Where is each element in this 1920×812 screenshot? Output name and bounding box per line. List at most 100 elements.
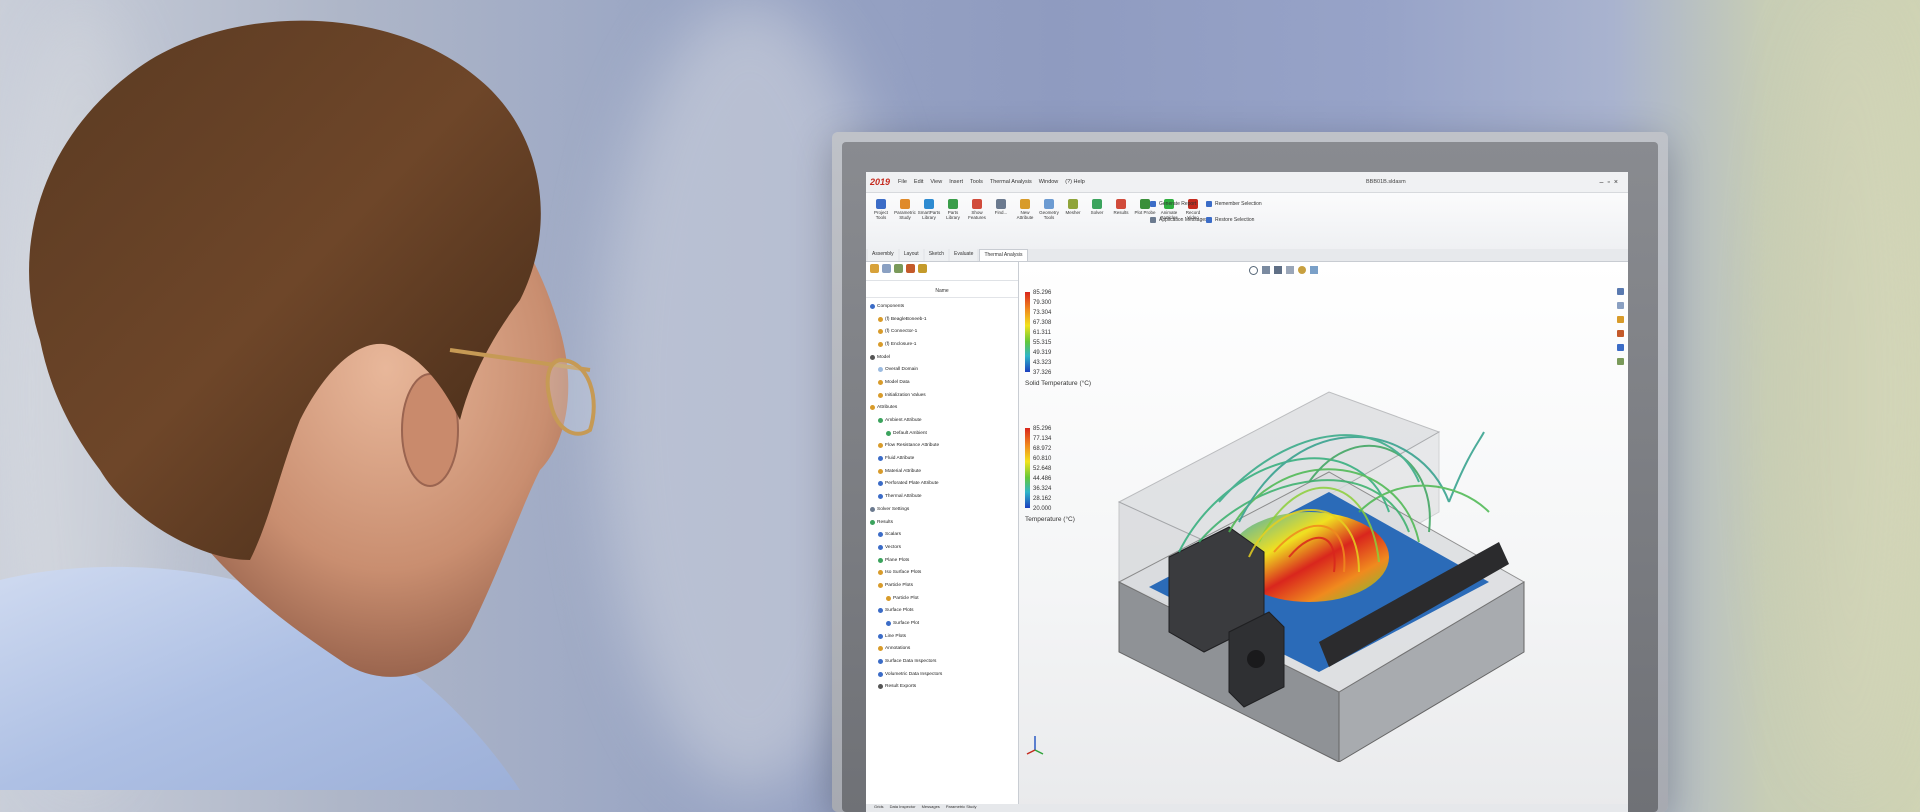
tree-item[interactable]: Flow Resistance Attribute xyxy=(870,440,1018,453)
tree-item[interactable]: Results xyxy=(870,516,1018,529)
config-icon[interactable] xyxy=(894,264,903,273)
tree-item[interactable]: Material Attribute xyxy=(870,465,1018,478)
tree-item[interactable]: Particle Plot xyxy=(870,592,1018,605)
tree-item[interactable]: Particle Plots xyxy=(870,579,1018,592)
bottom-tab[interactable]: Grids xyxy=(874,804,884,812)
bottom-tab[interactable]: Messages xyxy=(922,804,940,812)
menu-item[interactable]: Insert xyxy=(949,179,963,185)
tree-item-icon xyxy=(878,468,883,474)
tree-item[interactable]: Overall Domain xyxy=(870,363,1018,376)
ribbon-button[interactable]: Project Tools xyxy=(870,199,892,221)
tree-item[interactable]: Plane Plots xyxy=(870,554,1018,567)
tab-layout[interactable]: Layout xyxy=(899,249,923,261)
ribbon-button[interactable]: SmartParts Library xyxy=(918,199,940,221)
bottom-tab[interactable]: Data Inspector xyxy=(890,804,916,812)
tree-item-label: Particle Plots xyxy=(885,582,913,588)
ribbon-button[interactable]: Results xyxy=(1110,199,1132,221)
tree-item[interactable]: Surface Data Inspectors xyxy=(870,655,1018,668)
tree-item[interactable]: Surface Plots xyxy=(870,605,1018,618)
display-icon[interactable] xyxy=(906,264,915,273)
tree-item[interactable]: Default Ambient xyxy=(870,427,1018,440)
restore-selection-button[interactable]: Restore Selection xyxy=(1206,217,1262,223)
ribbon-button-label: Find... xyxy=(994,210,1008,215)
section-view-icon[interactable] xyxy=(1262,266,1270,274)
tree-item[interactable]: Components xyxy=(870,300,1018,313)
tab-evaluate[interactable]: Evaluate xyxy=(950,249,978,261)
ribbon-button[interactable]: Find... xyxy=(990,199,1012,221)
display-style-icon[interactable] xyxy=(1274,266,1282,274)
ribbon-button[interactable]: Mesher xyxy=(1062,199,1084,221)
tree-item[interactable]: Line Plots xyxy=(870,630,1018,643)
tree-item-icon xyxy=(870,506,875,512)
tree-item[interactable]: Vectors xyxy=(870,541,1018,554)
tree-item[interactable]: Ambient Attribute xyxy=(870,414,1018,427)
tree-item-label: Model Data xyxy=(885,379,910,385)
bottom-tab[interactable]: Parametric Study xyxy=(946,804,977,812)
ribbon-button-label: Parametric Study xyxy=(894,210,916,220)
tree-item[interactable]: Thermal Attribute xyxy=(870,490,1018,503)
tree-item[interactable]: Surface Plot xyxy=(870,617,1018,630)
tree-item[interactable]: Volumetric Data Inspectors xyxy=(870,668,1018,681)
tree-item[interactable]: Iso Surface Plots xyxy=(870,566,1018,579)
ribbon-button[interactable]: Solver xyxy=(1086,199,1108,221)
tree-item[interactable]: (f) Enclosure-1 xyxy=(870,338,1018,351)
tree-item[interactable]: Attributes xyxy=(870,402,1018,415)
scene-icon[interactable] xyxy=(1310,266,1318,274)
home-icon[interactable] xyxy=(1617,288,1624,295)
file-explorer-icon[interactable] xyxy=(1617,330,1624,337)
tab-sketch[interactable]: Sketch xyxy=(924,249,948,261)
application-messages-button[interactable]: Application Messages xyxy=(1150,217,1208,223)
resources-icon[interactable] xyxy=(1617,302,1624,309)
generate-report-button[interactable]: Generate Report xyxy=(1150,201,1208,207)
menu-item[interactable]: Window xyxy=(1039,179,1059,185)
tree-item-label: (f) Enclosure-1 xyxy=(885,341,917,347)
tree-item[interactable]: (f) Connector-1 xyxy=(870,325,1018,338)
tree-item-icon xyxy=(878,608,883,614)
tree-item-label: Surface Plot xyxy=(893,621,920,627)
legend-value: 85.296 xyxy=(1033,426,1052,432)
remember-selection-button[interactable]: Remember Selection xyxy=(1206,201,1262,207)
ribbon-button[interactable]: New Attribute xyxy=(1014,199,1036,221)
ribbon-button[interactable]: Geometry Tools xyxy=(1038,199,1060,221)
legend-value: 73.304 xyxy=(1033,310,1052,316)
column-header-name[interactable]: Name xyxy=(866,285,1018,298)
tab-thermal-analysis[interactable]: Thermal Analysis xyxy=(979,249,1028,261)
property-icon[interactable] xyxy=(882,264,891,273)
menu-item[interactable]: Edit xyxy=(914,179,923,185)
tree-item[interactable]: Initialization Values xyxy=(870,389,1018,402)
menu-item[interactable]: Thermal Analysis xyxy=(990,179,1032,185)
tree-item[interactable]: Model xyxy=(870,351,1018,364)
design-library-icon[interactable] xyxy=(1617,316,1624,323)
tree-item-label: (f) Connector-1 xyxy=(885,329,918,335)
view-palette-icon[interactable] xyxy=(1617,344,1624,351)
appearances-icon[interactable] xyxy=(1617,358,1624,365)
ribbon-button[interactable]: Show Features xyxy=(966,199,988,221)
ribbon-button[interactable]: Parts Library xyxy=(942,199,964,221)
ribbon-button[interactable]: Parametric Study xyxy=(894,199,916,221)
zoom-icon[interactable] xyxy=(1249,266,1258,275)
tree-icon[interactable] xyxy=(870,264,879,273)
menu-item[interactable]: View xyxy=(930,179,942,185)
tree-item-icon xyxy=(878,392,883,398)
view-orientation-icon[interactable] xyxy=(1286,266,1294,274)
enclosure-model[interactable] xyxy=(1059,302,1529,762)
thermal-icon[interactable] xyxy=(918,264,927,273)
tree-item[interactable]: Scalars xyxy=(870,528,1018,541)
menu-item[interactable]: (?) Help xyxy=(1065,179,1085,185)
tree-item[interactable]: Fluid Attribute xyxy=(870,452,1018,465)
graphics-viewport[interactable]: 85.296 79.300 73.304 67.308 61.311 55.315 49.3… xyxy=(1019,262,1628,812)
tree-item[interactable]: Annotations xyxy=(870,643,1018,656)
tree-item[interactable]: Perforated Plate Attribute xyxy=(870,478,1018,491)
tree-item[interactable]: Solver Settings xyxy=(870,503,1018,516)
tree-item-label: Solver Settings xyxy=(877,506,910,512)
tree-item[interactable]: Result Exports xyxy=(870,681,1018,694)
tree-item[interactable]: (f) BeagleBoneeb-1 xyxy=(870,313,1018,326)
window-controls[interactable]: –▫× xyxy=(1600,179,1622,186)
tree-item[interactable]: Model Data xyxy=(870,376,1018,389)
tree-item-icon xyxy=(886,430,891,436)
menu-item[interactable]: Tools xyxy=(970,179,983,185)
tab-assembly[interactable]: Assembly xyxy=(868,249,898,261)
tree-item-label: Volumetric Data Inspectors xyxy=(885,671,943,677)
menu-item[interactable]: File xyxy=(898,179,907,185)
appearance-icon[interactable] xyxy=(1298,266,1306,274)
